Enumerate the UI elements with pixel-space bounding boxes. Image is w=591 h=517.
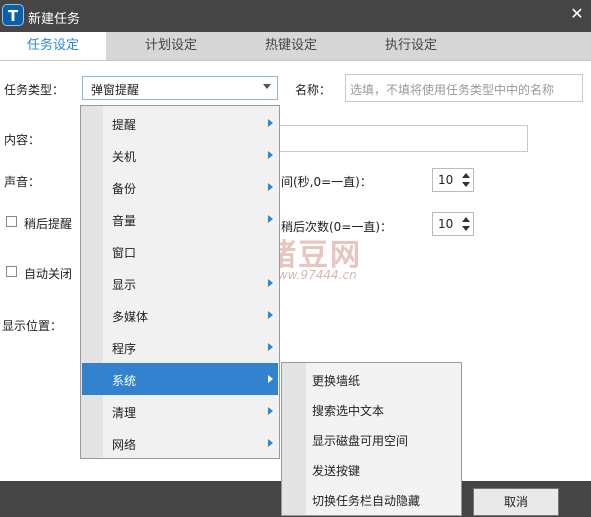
tab-schedule-settings[interactable]: 计划设定	[106, 32, 236, 60]
submenu-item-toggle-taskbar-autohide[interactable]: 切换任务栏自动隐藏	[312, 492, 420, 509]
menu-item-network[interactable]: 网络	[82, 427, 278, 459]
menu-item-label: 备份	[112, 182, 137, 196]
menu-item-reminder[interactable]: 提醒	[82, 107, 278, 139]
menu-item-multimedia[interactable]: 多媒体	[82, 299, 278, 331]
snooze-count-value: 10	[438, 217, 454, 231]
menu-item-label: 清理	[112, 406, 137, 420]
menu-item-shutdown[interactable]: 关机	[82, 139, 278, 171]
submenu-gutter	[282, 363, 306, 515]
tab-hotkey-settings[interactable]: 热键设定	[236, 32, 346, 60]
title-bar: T 新建任务 ✕	[0, 0, 591, 32]
chevron-down-icon	[263, 84, 271, 89]
menu-item-display[interactable]: 显示	[82, 267, 278, 299]
tab-task-settings[interactable]: 任务设定	[0, 32, 106, 60]
chevron-right-icon	[268, 119, 273, 127]
snooze-checkbox[interactable]	[6, 216, 17, 227]
chevron-right-icon	[268, 343, 273, 351]
task-type-value: 弹窗提醒	[91, 83, 140, 97]
menu-item-backup[interactable]: 备份	[82, 171, 278, 203]
submenu-item-send-keys[interactable]: 发送按键	[312, 462, 360, 479]
snooze-label: 稍后提醒	[24, 217, 73, 231]
watermark-url: www.97444.cn	[268, 268, 357, 282]
submenu-item-search-selected-text[interactable]: 搜索选中文本	[312, 402, 384, 419]
close-icon[interactable]: ✕	[566, 3, 588, 25]
menu-item-label: 显示	[112, 278, 137, 292]
menu-item-volume[interactable]: 音量	[82, 203, 278, 235]
app-logo-icon: T	[2, 4, 24, 26]
interval-stepper[interactable]: 10	[432, 168, 474, 192]
content-input[interactable]	[278, 125, 528, 152]
stepper-down-icon[interactable]	[462, 182, 470, 187]
system-submenu: 更换墙纸 搜索选中文本 显示磁盘可用空间 发送按键 切换任务栏自动隐藏	[281, 362, 462, 516]
content-label: 内容：	[4, 133, 41, 147]
stepper-up-icon[interactable]	[462, 173, 470, 178]
task-type-menu: 提醒 关机 备份 音量 窗口 显示 多媒体 程序 系统 清理 网络	[80, 105, 280, 459]
menu-item-label: 多媒体	[112, 310, 149, 324]
chevron-right-icon	[268, 215, 273, 223]
tab-bar: 任务设定 计划设定 热键设定 执行设定	[0, 32, 591, 61]
menu-item-label: 关机	[112, 150, 137, 164]
menu-item-label: 程序	[112, 342, 137, 356]
name-label: 名称：	[295, 83, 332, 97]
stepper-up-icon[interactable]	[462, 217, 470, 222]
interval-label: 间(秒,0=一直)：	[281, 175, 372, 189]
auto-close-label: 自动关闭	[24, 267, 73, 281]
menu-item-label: 网络	[112, 438, 137, 452]
display-position-label: 显示位置：	[2, 319, 63, 333]
interval-value: 10	[438, 173, 454, 187]
menu-item-system[interactable]: 系统	[82, 363, 278, 395]
tab-execution-settings[interactable]: 执行设定	[346, 32, 476, 60]
chevron-right-icon	[268, 151, 273, 159]
task-type-select[interactable]: 弹窗提醒	[82, 76, 278, 100]
menu-item-label: 系统	[112, 374, 137, 388]
name-input-placeholder: 选填，不填将使用任务类型中中的名称	[350, 83, 555, 97]
task-type-label: 任务类型：	[4, 83, 65, 97]
menu-item-program[interactable]: 程序	[82, 331, 278, 363]
sound-label: 声音：	[4, 175, 41, 189]
chevron-right-icon	[268, 407, 273, 415]
submenu-item-show-disk-space[interactable]: 显示磁盘可用空间	[312, 432, 408, 449]
chevron-right-icon	[268, 311, 273, 319]
snooze-count-stepper[interactable]: 10	[432, 212, 474, 236]
chevron-right-icon	[268, 375, 273, 383]
chevron-right-icon	[268, 439, 273, 447]
submenu-item-change-wallpaper[interactable]: 更换墙纸	[312, 372, 360, 389]
chevron-right-icon	[268, 279, 273, 287]
cancel-button[interactable]: 取消	[473, 488, 559, 516]
name-input[interactable]: 选填，不填将使用任务类型中中的名称	[345, 74, 583, 102]
menu-item-cleanup[interactable]: 清理	[82, 395, 278, 427]
auto-close-checkbox[interactable]	[6, 266, 17, 277]
window-title: 新建任务	[28, 12, 81, 27]
menu-item-label: 音量	[112, 214, 137, 228]
chevron-right-icon	[268, 183, 273, 191]
menu-item-label: 提醒	[112, 118, 137, 132]
menu-item-window[interactable]: 窗口	[82, 235, 278, 267]
stepper-down-icon[interactable]	[462, 226, 470, 231]
menu-item-label: 窗口	[112, 246, 137, 260]
